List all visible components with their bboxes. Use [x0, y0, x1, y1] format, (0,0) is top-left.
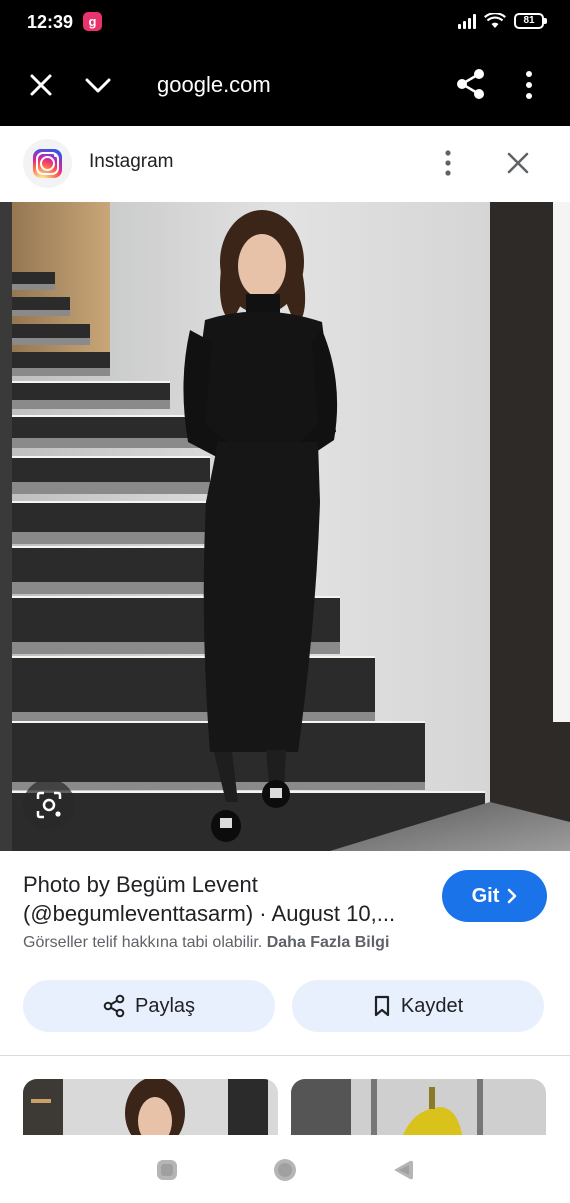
bookmark-icon	[374, 995, 389, 1017]
visit-button-label: Git	[471, 884, 500, 907]
photo-illustration	[0, 202, 570, 851]
result-image[interactable]	[0, 202, 570, 851]
instagram-icon	[33, 149, 62, 178]
close-icon[interactable]	[28, 72, 54, 98]
copyright-text: Görseller telif hakkına tabi olabilir.	[23, 934, 263, 951]
system-nav-bar	[0, 1135, 570, 1203]
url-text[interactable]: google.com	[157, 72, 271, 98]
share-icon[interactable]	[456, 68, 486, 100]
signal-icon	[458, 13, 476, 29]
chevron-down-icon[interactable]	[84, 72, 112, 98]
lens-icon	[36, 791, 62, 819]
save-button-label: Kaydet	[400, 994, 464, 1017]
status-time: 12:39	[27, 12, 74, 32]
more-vert-icon[interactable]	[519, 70, 539, 100]
share-button-label: Paylaş	[134, 994, 196, 1017]
back-icon[interactable]	[391, 1158, 415, 1182]
save-button[interactable]: Kaydet	[292, 980, 544, 1032]
visit-button[interactable]: Git	[442, 870, 547, 922]
battery-icon: 81	[514, 13, 547, 29]
browser-toolbar: google.com	[0, 46, 570, 126]
recent-apps-icon[interactable]	[155, 1158, 179, 1182]
caption-line-1: Photo by Begüm Levent	[23, 872, 258, 897]
home-icon[interactable]	[273, 1158, 297, 1182]
notification-app-icon: g	[83, 12, 102, 31]
lens-button[interactable]	[23, 779, 75, 831]
copyright-notice: Görseller telif hakkına tabi olabilir. D…	[23, 934, 389, 952]
related-image[interactable]	[291, 1079, 546, 1141]
source-avatar[interactable]	[23, 139, 72, 188]
share-icon	[103, 994, 125, 1018]
status-bar: 12:39 g 81	[0, 0, 570, 46]
more-info-link[interactable]: Daha Fazla Bilgi	[267, 934, 390, 951]
divider	[0, 1055, 570, 1056]
share-button[interactable]: Paylaş	[23, 980, 275, 1032]
image-caption[interactable]: Photo by Begüm Levent (@begumleventtasar…	[23, 870, 428, 928]
source-name[interactable]: Instagram	[89, 151, 173, 173]
source-header: Instagram	[0, 126, 570, 202]
status-indicators: 81	[458, 13, 547, 29]
more-vert-icon[interactable]	[441, 148, 455, 178]
caption-line-2: (@begumleventtasarm) · August 10,...	[23, 901, 396, 926]
wifi-icon	[484, 13, 506, 28]
chevron-right-icon	[508, 888, 517, 904]
related-image[interactable]	[23, 1079, 278, 1141]
close-icon[interactable]	[505, 150, 531, 176]
